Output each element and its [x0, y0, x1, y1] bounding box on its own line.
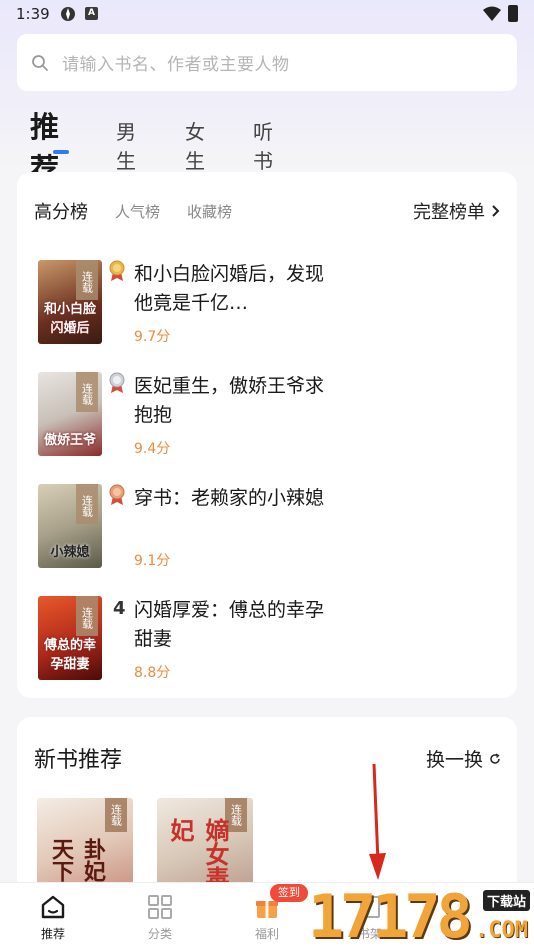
- wifi-icon: [483, 6, 501, 21]
- watermark-digits: 17178: [308, 882, 473, 950]
- book-score: 9.4分: [134, 441, 171, 457]
- status-time: 1:39: [16, 5, 50, 23]
- book-cover[interactable]: 连载 傲娇王爷: [38, 372, 102, 456]
- home-icon: [41, 895, 65, 919]
- app-notification-icon: [61, 7, 75, 21]
- ranking-book-2[interactable]: 连载 傲娇王爷 医妃重生，傲娇王爷求抱抱 9.4分: [38, 372, 498, 462]
- nav-label: 推荐: [40, 927, 65, 941]
- ranking-book-4[interactable]: 连载 傅总的幸孕甜妻 4 闪婚厚爱：傅总的幸孕甜妻 8.8分: [38, 596, 498, 686]
- search-placeholder: 请输入书名、作者或主要人物: [62, 55, 290, 75]
- book-cover[interactable]: 连载 和小白脸闪婚后: [38, 260, 102, 344]
- chevron-right-icon: [492, 205, 500, 217]
- rankings-card: 高分榜 人气榜 收藏榜 完整榜单 连载 和小白脸闪婚后 和小白脸闪婚后，发现他竟…: [17, 172, 517, 698]
- search-icon: [32, 54, 48, 71]
- book-cover[interactable]: 连载 小辣媳: [38, 484, 102, 568]
- serial-badge: 连载: [105, 798, 127, 832]
- refresh-label: 换一换: [425, 749, 483, 771]
- rank-number: 4: [113, 598, 126, 619]
- new-books-title: 新书推荐: [34, 748, 123, 773]
- red-arrow-annotation: [369, 763, 386, 880]
- tab-audiobook[interactable]: 听书: [253, 116, 273, 174]
- book-title: 闪婚厚爱：傅总的幸孕甜妻: [134, 599, 325, 650]
- notification-a-icon: A: [85, 7, 98, 20]
- bronze-medal-icon: [109, 484, 125, 505]
- ranking-tab-high-score[interactable]: 高分榜: [34, 198, 88, 224]
- full-list-link[interactable]: 完整榜单: [413, 198, 501, 224]
- book-title: 和小白脸闪婚后，发现他竟是千亿…: [134, 263, 325, 314]
- nav-label: 分类: [147, 927, 172, 941]
- nav-recommend[interactable]: 推荐: [23, 893, 83, 942]
- serial-badge: 连载: [76, 372, 98, 412]
- nav-label: 福利: [254, 927, 279, 941]
- serial-badge: 连载: [76, 484, 98, 524]
- ranking-book-1[interactable]: 连载 和小白脸闪婚后 和小白脸闪婚后，发现他竟是千亿… 9.7分: [38, 260, 498, 350]
- serial-badge: 连载: [76, 596, 98, 636]
- tab-male[interactable]: 男生: [116, 116, 136, 174]
- book-score: 9.7分: [134, 329, 171, 345]
- status-bar: 1:39 A: [0, 0, 534, 28]
- nav-category[interactable]: 分类: [130, 893, 190, 942]
- book-cover[interactable]: 连载 傅总的幸孕甜妻: [38, 596, 102, 680]
- cover-title: 傲娇王爷: [43, 433, 96, 448]
- watermark-suffix: .COM: [475, 918, 528, 943]
- book-title: 穿书：老赖家的小辣媳: [134, 487, 325, 509]
- tab-indicator: [53, 150, 69, 154]
- full-list-label: 完整榜单: [413, 202, 485, 223]
- book-score: 9.1分: [134, 553, 171, 569]
- gold-medal-icon: [109, 260, 125, 281]
- cover-title: 傅总的幸孕甜妻: [43, 638, 96, 672]
- watermark-tag: 下载站: [482, 890, 530, 911]
- grid-icon: [148, 895, 172, 919]
- cover-title: 和小白脸闪婚后: [43, 302, 96, 336]
- watermark-logo: 17178 下载站 .COM: [308, 884, 534, 950]
- serial-badge: 连载: [76, 260, 98, 300]
- tab-female[interactable]: 女生: [185, 116, 205, 174]
- refresh-button[interactable]: 换一换: [426, 745, 501, 772]
- search-bar[interactable]: 请输入书名、作者或主要人物: [17, 34, 517, 91]
- book-title: 医妃重生，傲娇王爷求抱抱: [134, 375, 325, 426]
- silver-medal-icon: [109, 372, 125, 393]
- refresh-icon: [490, 752, 500, 764]
- sign-in-badge[interactable]: 签到: [270, 884, 308, 902]
- battery-icon: [508, 5, 518, 22]
- ranking-book-3[interactable]: 连载 小辣媳 穿书：老赖家的小辣媳 9.1分: [38, 484, 498, 574]
- cover-title: 小辣媳: [50, 545, 90, 560]
- ranking-tab-favorites[interactable]: 收藏榜: [187, 201, 232, 222]
- book-score: 8.8分: [134, 665, 171, 681]
- ranking-tab-popular[interactable]: 人气榜: [115, 201, 160, 222]
